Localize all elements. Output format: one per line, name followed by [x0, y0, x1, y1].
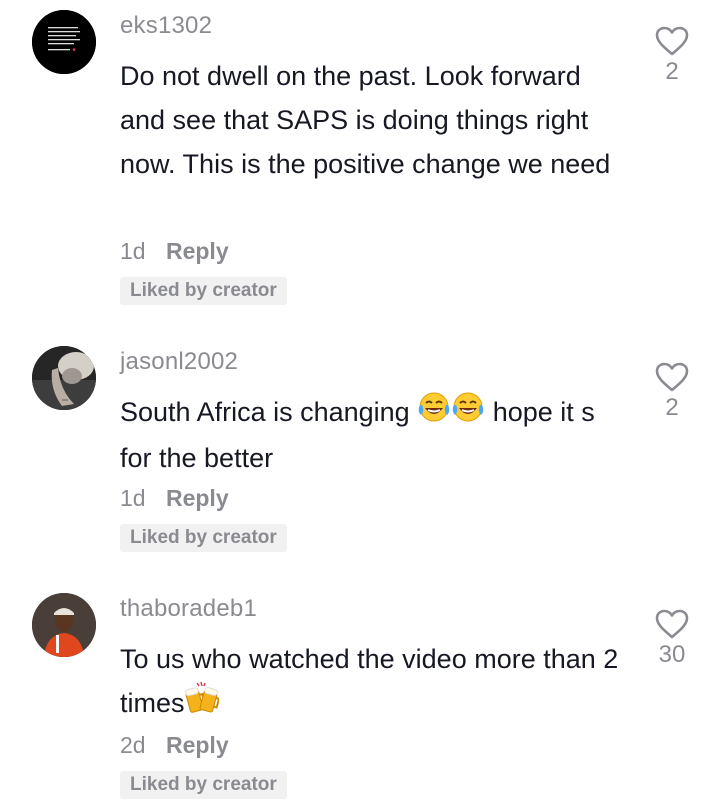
comment-item: jasonl2002 South Africa is changing hope… — [0, 340, 720, 560]
avatar[interactable] — [32, 346, 96, 410]
avatar[interactable] — [32, 10, 96, 74]
heart-icon — [655, 609, 689, 639]
reply-button[interactable]: Reply — [166, 732, 229, 758]
liked-by-creator-badge: Liked by creator — [120, 277, 287, 305]
avatar[interactable] — [32, 593, 96, 657]
face-with-tears-of-joy-emoji — [451, 391, 485, 436]
comment-meta: 1d Reply — [120, 485, 229, 512]
comment-item: thaboradeb1 To us who watched the video … — [0, 587, 720, 802]
like-count: 2 — [665, 58, 679, 85]
comment-meta: 2d Reply — [120, 732, 229, 759]
heart-icon — [655, 26, 689, 56]
comment-text: South Africa is changing hope it s for t… — [120, 390, 620, 480]
reply-button[interactable]: Reply — [166, 485, 229, 511]
heart-icon — [655, 362, 689, 392]
face-with-tears-of-joy-emoji — [417, 391, 451, 436]
comment-text: Do not dwell on the past. Look forward a… — [120, 61, 611, 179]
like-button[interactable]: 2 — [648, 26, 696, 86]
comment-meta: 1d Reply — [120, 238, 229, 265]
comment-username[interactable]: thaboradeb1 — [120, 595, 257, 623]
comment-item: eks1302 Do not dwell on the past. Look f… — [0, 0, 720, 320]
comment-age: 1d — [120, 485, 146, 511]
clinking-beer-mugs-emoji — [184, 681, 220, 728]
comment-username[interactable]: jasonl2002 — [120, 348, 238, 376]
like-count: 2 — [665, 394, 679, 421]
liked-by-creator-badge: Liked by creator — [120, 524, 287, 552]
like-button[interactable]: 30 — [648, 609, 696, 669]
reply-button[interactable]: Reply — [166, 238, 229, 264]
comment-age: 2d — [120, 732, 146, 758]
comment-text: To us who watched the video more than 2 … — [120, 637, 620, 728]
comment-text-part: South Africa is changing — [120, 397, 410, 427]
liked-by-creator-badge: Liked by creator — [120, 771, 287, 799]
comment-age: 1d — [120, 238, 146, 264]
like-button[interactable]: 2 — [648, 362, 696, 422]
like-count: 30 — [658, 641, 686, 668]
comment-username[interactable]: eks1302 — [120, 12, 212, 40]
